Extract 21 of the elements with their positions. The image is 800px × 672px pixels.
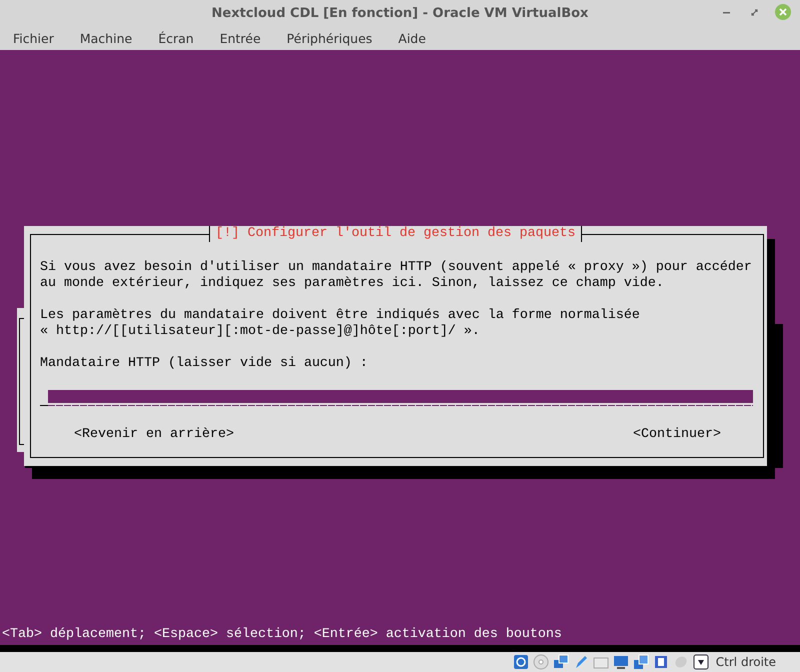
text-cursor [40,405,48,406]
dialog-title: [!] Configurer l'outil de gestion des paquets [208,226,582,242]
keyboard-capture-icon[interactable] [692,654,709,670]
window-title: Nextcloud CDL [En fonction] - Oracle VM VirtualBox [212,6,588,20]
menu-item[interactable]: Machine [70,30,142,46]
keyboard-hint: <Tab> déplacement; <Espace> sélection; <Entrée> activation des boutons [2,627,562,643]
host-key-label: Ctrl droite [716,655,776,669]
menu-item[interactable]: Entrée [210,30,270,46]
dialog-button[interactable]: <Revenir en arrière> [74,427,234,443]
menu-item[interactable]: Fichier [4,30,63,46]
menu-item[interactable]: Aide [389,30,435,46]
menu-item[interactable]: Écran [149,30,203,46]
network-icon[interactable] [552,654,569,670]
windows-icon[interactable] [632,654,649,670]
menu-item[interactable]: Périphériques [278,30,382,46]
field-label: Mandataire HTTP (laisser vide si aucun) : [40,356,369,372]
paragraph: Si vous avez besoin d'utiliser un mandataire HTTP (souvent appelé « proxy ») pour accéder au monde extérieur, indiquez ses paramètres ici. Sinon, laissez ce champ vide. [40,260,753,292]
paragraph: Les paramètres du mandataire doivent être indiqués avec la forme normalisée « http://[[utilisateur][:mot-de-passe]@]hôte[:port]/ ». [40,308,641,340]
display-icon[interactable] [612,654,629,670]
dialog-button[interactable]: <Continuer> [633,427,721,443]
chip-icon[interactable] [652,654,669,670]
